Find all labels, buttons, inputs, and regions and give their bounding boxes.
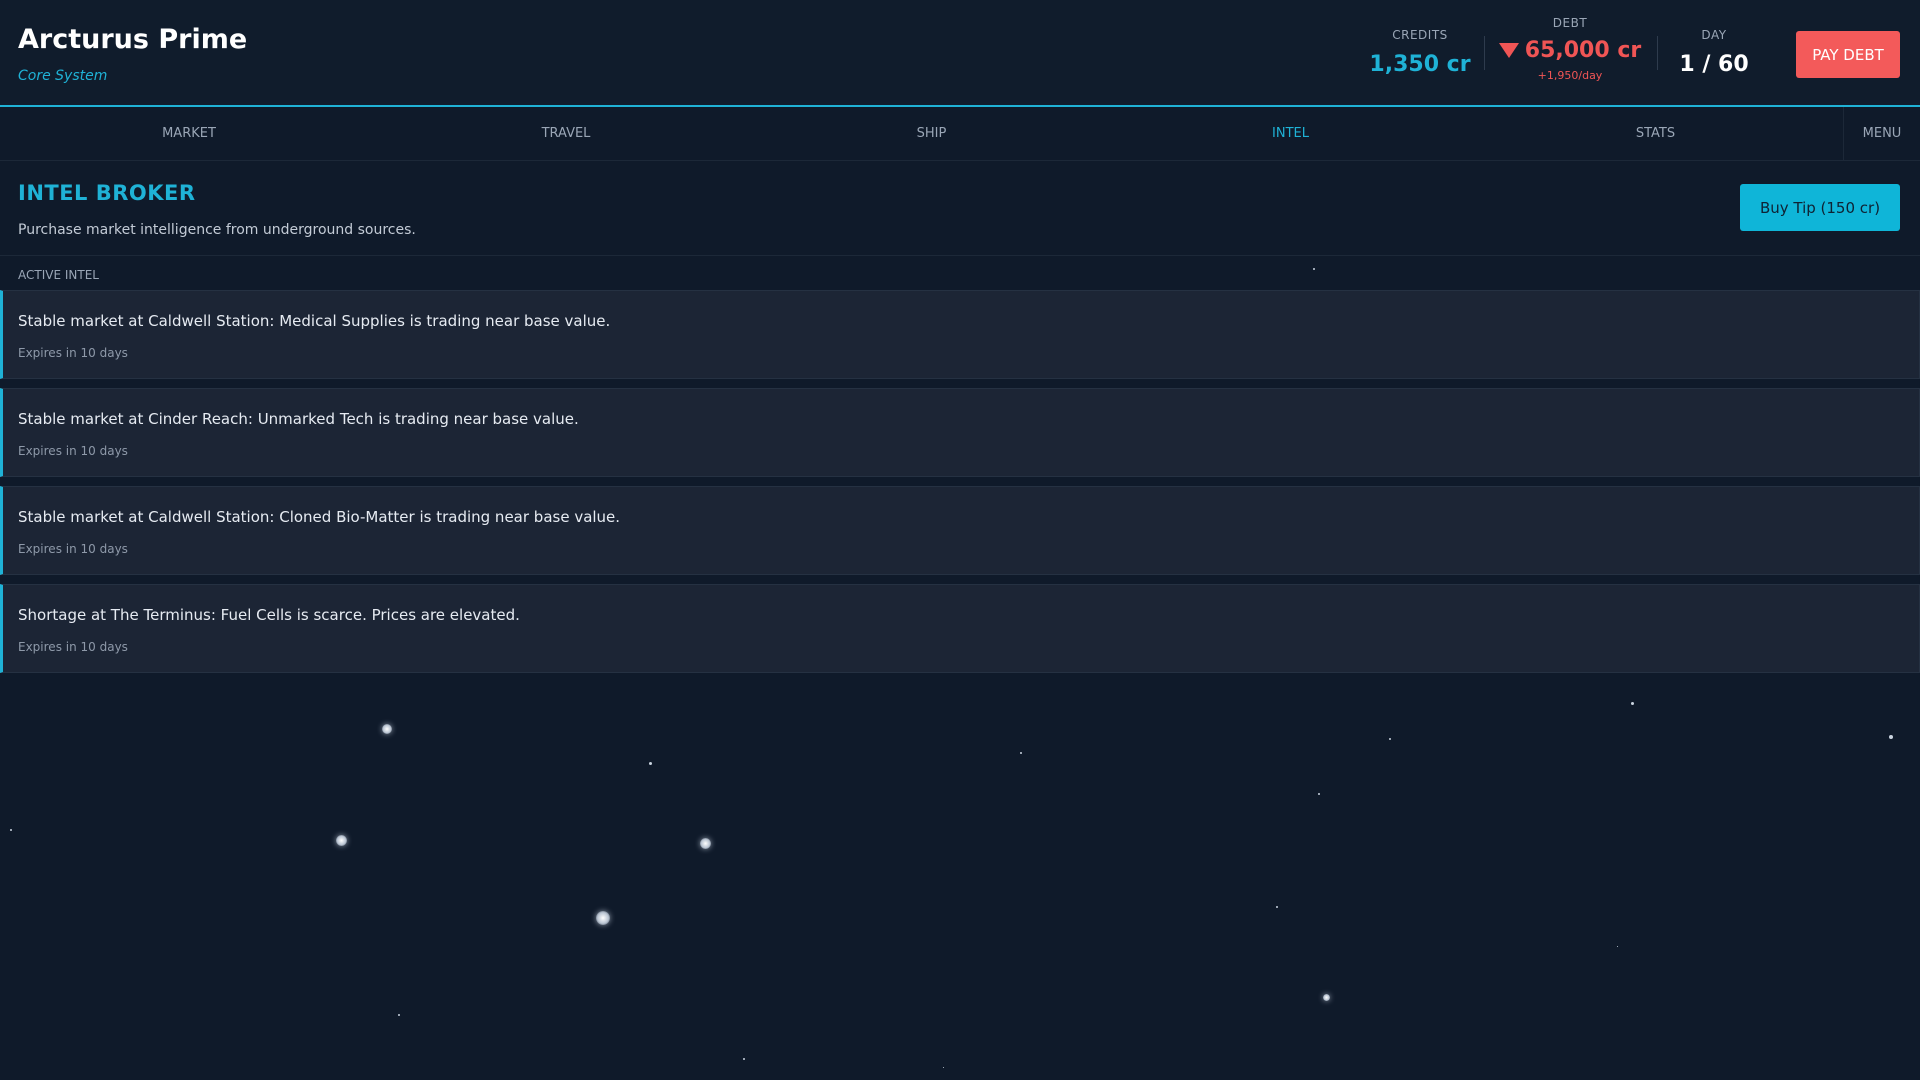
tab-travel[interactable]: TRAVEL bbox=[378, 107, 754, 160]
main-nav: MARKET TRAVEL SHIP INTEL STATS MENU bbox=[0, 107, 1920, 161]
intel-item: Shortage at The Terminus: Fuel Cells is … bbox=[0, 584, 1920, 673]
menu-button[interactable]: MENU bbox=[1843, 107, 1920, 160]
divider bbox=[1484, 36, 1485, 70]
intel-item-expiry: Expires in 10 days bbox=[18, 346, 128, 360]
intel-item-expiry: Expires in 10 days bbox=[18, 640, 128, 654]
intel-header: INTEL BROKER Purchase market intelligenc… bbox=[0, 161, 1920, 256]
debt-value-row: 65,000 cr bbox=[1490, 38, 1650, 63]
debt-rate: +1,950/day bbox=[1537, 69, 1603, 82]
debt-value: 65,000 cr bbox=[1524, 38, 1642, 63]
top-status-bar: Arcturus Prime Core System CREDITS 1,350… bbox=[0, 0, 1920, 107]
tab-intel[interactable]: INTEL bbox=[1109, 107, 1472, 160]
credits-label: CREDITS bbox=[1392, 28, 1448, 42]
intel-item: Stable market at Caldwell Station: Clone… bbox=[0, 486, 1920, 575]
triangle-down-icon bbox=[1498, 43, 1519, 58]
location-region: Core System bbox=[18, 68, 108, 84]
debt-stat: DEBT 65,000 cr +1,950/day bbox=[1490, 16, 1650, 82]
day-value: 1 / 60 bbox=[1679, 52, 1749, 77]
day-label: DAY bbox=[1701, 28, 1727, 42]
page-description: Purchase market intelligence from underg… bbox=[18, 222, 416, 238]
intel-item: Stable market at Caldwell Station: Medic… bbox=[0, 290, 1920, 379]
intel-item-expiry: Expires in 10 days bbox=[18, 542, 128, 556]
page-title: INTEL BROKER bbox=[18, 181, 196, 205]
buy-tip-button[interactable]: Buy Tip (150 cr) bbox=[1740, 184, 1900, 231]
intel-item-expiry: Expires in 10 days bbox=[18, 444, 128, 458]
intel-item: Stable market at Cinder Reach: Unmarked … bbox=[0, 388, 1920, 477]
section-label-active-intel: ACTIVE INTEL bbox=[18, 268, 99, 282]
location-title: Arcturus Prime bbox=[18, 24, 248, 55]
tab-market[interactable]: MARKET bbox=[0, 107, 378, 160]
divider bbox=[1657, 36, 1658, 70]
credits-value: 1,350 cr bbox=[1369, 52, 1471, 77]
debt-label: DEBT bbox=[1552, 16, 1588, 30]
day-stat: DAY 1 / 60 bbox=[1664, 28, 1764, 77]
game-app: Arcturus Prime Core System CREDITS 1,350… bbox=[0, 0, 1920, 673]
pay-debt-button[interactable]: PAY DEBT bbox=[1796, 31, 1900, 78]
credits-stat: CREDITS 1,350 cr bbox=[1360, 28, 1480, 77]
intel-item-text: Shortage at The Terminus: Fuel Cells is … bbox=[18, 606, 520, 624]
intel-item-text: Stable market at Caldwell Station: Clone… bbox=[18, 508, 621, 526]
tab-ship[interactable]: SHIP bbox=[754, 107, 1109, 160]
intel-item-text: Stable market at Caldwell Station: Medic… bbox=[18, 312, 611, 330]
intel-item-text: Stable market at Cinder Reach: Unmarked … bbox=[18, 410, 579, 428]
tab-stats[interactable]: STATS bbox=[1472, 107, 1839, 160]
